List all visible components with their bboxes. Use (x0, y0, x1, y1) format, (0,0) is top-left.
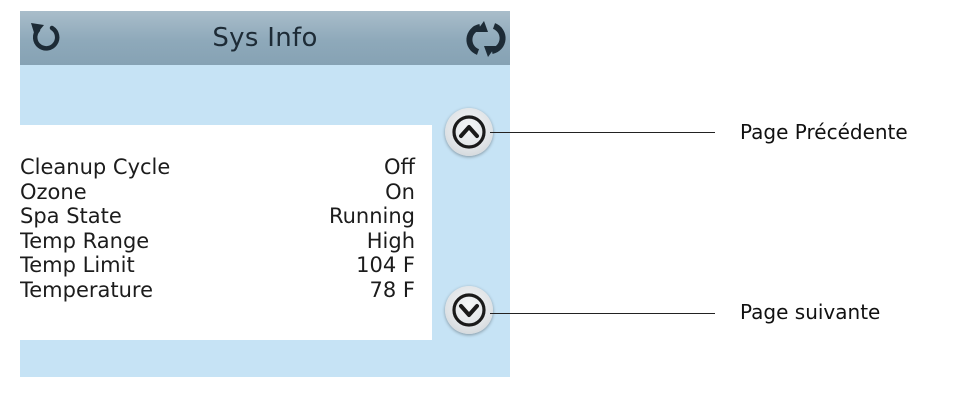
info-row-label: Temp Range (20, 228, 150, 253)
info-row-value: On (385, 179, 415, 204)
annotated-screenshot: Sys Info Cleanup Cycle Off Ozone On Spa Stat… (0, 0, 958, 402)
info-row: Temp Limit 104 F (20, 253, 415, 278)
info-row: Temperature 78 F (20, 278, 415, 303)
info-row-label: Temp Limit (20, 253, 135, 277)
info-row-label: Spa State (20, 204, 122, 228)
callout-line-next (490, 313, 715, 314)
info-row: Temp Range High (20, 229, 415, 254)
info-row-label: Ozone (20, 179, 87, 204)
info-row-value: Off (384, 155, 415, 179)
page-up-button[interactable] (445, 108, 493, 156)
callout-previous-page: Page Précédente (740, 120, 908, 144)
info-row-label: Cleanup Cycle (20, 155, 171, 179)
control-panel-screen: Sys Info Cleanup Cycle Off Ozone On Spa Stat… (20, 11, 510, 377)
refresh-icon[interactable] (464, 19, 508, 59)
title-bar: Sys Info (20, 11, 510, 65)
info-row-value: Running (328, 204, 415, 228)
chevron-down-icon (452, 293, 486, 327)
chevron-up-icon (452, 115, 486, 149)
system-info-list: Cleanup Cycle Off Ozone On Spa State Running T… (20, 125, 432, 340)
info-row-value: 104 F (356, 253, 415, 277)
page-down-button[interactable] (445, 286, 493, 334)
info-row-value: 78 F (369, 277, 415, 302)
callout-next-page: Page suivante (740, 300, 881, 324)
info-rows: Cleanup Cycle Off Ozone On Spa State Running T… (20, 155, 415, 302)
info-row-value: High (366, 228, 415, 253)
info-row: Cleanup Cycle Off (20, 155, 415, 180)
info-row: Spa State Running (20, 204, 415, 229)
page-title: Sys Info (212, 23, 318, 53)
info-row: Ozone On (20, 180, 415, 205)
info-row-label: Temperature (20, 277, 154, 302)
callout-line-previous (490, 132, 715, 133)
